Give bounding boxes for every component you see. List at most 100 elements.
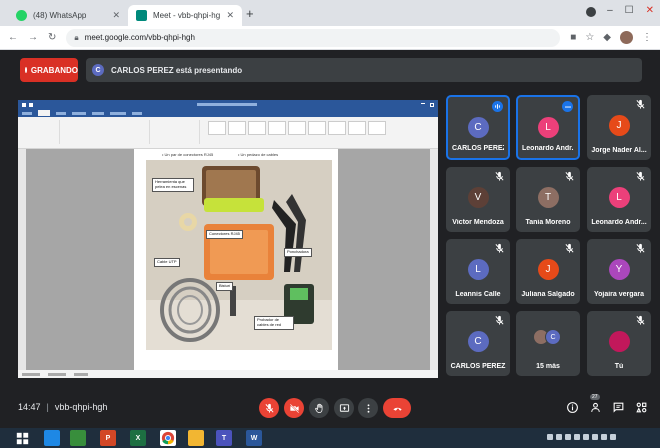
extension-icon[interactable]: ◆ xyxy=(603,32,611,43)
close-tab-icon[interactable]: ✕ xyxy=(112,10,120,21)
tray-icon[interactable] xyxy=(601,434,607,440)
camera-off-icon xyxy=(289,403,299,413)
tab-search-icon[interactable] xyxy=(586,7,596,17)
present-button[interactable] xyxy=(334,398,354,418)
activities-button[interactable] xyxy=(634,400,648,414)
teams-icon[interactable]: T xyxy=(216,430,232,446)
tray-icon[interactable] xyxy=(565,434,571,440)
participant-avatar: J xyxy=(608,115,630,136)
mic-off-icon xyxy=(264,403,274,413)
people-button[interactable]: 27 xyxy=(588,394,602,414)
more-options-button[interactable] xyxy=(358,398,378,418)
recording-badge[interactable]: GRABANDO xyxy=(20,58,78,82)
raise-hand-button[interactable] xyxy=(309,398,329,418)
camera-icon[interactable]: ■ xyxy=(570,32,576,43)
meeting-info: 14:47 | vbb-qhpi-hgh xyxy=(18,402,107,412)
participant-name: Juliana Salgado xyxy=(521,291,575,298)
chrome-icon[interactable] xyxy=(160,430,176,446)
leave-call-button[interactable] xyxy=(383,398,411,418)
participant-tile[interactable]: C CARLOS PEREZ xyxy=(446,311,510,376)
word-document-area: • Un par de conectores RJ45 • Un pedazo … xyxy=(18,149,438,370)
participant-name: Leonardo Andr... xyxy=(591,219,647,226)
mic-off-icon xyxy=(494,315,505,326)
camera-off-button[interactable] xyxy=(284,398,304,418)
document-scrollbar[interactable] xyxy=(430,149,438,370)
new-tab-button[interactable]: + xyxy=(246,6,254,21)
close-tab-icon[interactable]: ✕ xyxy=(226,10,234,21)
label-utp: Cable UTP xyxy=(154,258,180,267)
mic-off-icon xyxy=(494,171,505,182)
meeting-code: vbb-qhpi-hgh xyxy=(54,402,108,412)
participant-avatar: V xyxy=(467,187,489,208)
tray-icon[interactable] xyxy=(583,434,589,440)
participant-tile[interactable]: L Leonardo Andr... xyxy=(587,167,651,232)
mic-off-icon xyxy=(564,171,575,182)
participant-tile[interactable]: T Tania Moreno xyxy=(516,167,580,232)
tab-whatsapp[interactable]: (48) WhatsApp ✕ xyxy=(8,5,128,26)
participant-name: Tú xyxy=(614,363,624,370)
participant-tile[interactable]: Tú xyxy=(587,311,651,376)
word-icon[interactable]: W xyxy=(246,430,262,446)
participant-avatar xyxy=(608,331,630,352)
participant-name: CARLOS PEREZ xyxy=(452,145,504,152)
participant-tile[interactable]: C CARLOS PEREZ xyxy=(446,95,510,160)
profile-avatar[interactable] xyxy=(620,31,633,44)
tray-icon[interactable] xyxy=(574,434,580,440)
chat-icon xyxy=(613,402,623,413)
label-tester: Probador de cables de red xyxy=(254,316,294,330)
participant-tile[interactable]: C 15 más xyxy=(516,311,580,376)
file-explorer-icon[interactable] xyxy=(188,430,204,446)
menu-icon[interactable]: ⋮ xyxy=(642,32,652,43)
tray-icon[interactable] xyxy=(547,434,553,440)
maximize-icon[interactable]: ☐ xyxy=(625,5,634,16)
activities-icon xyxy=(635,402,646,412)
mic-off-button[interactable] xyxy=(259,398,279,418)
tray-icon[interactable] xyxy=(556,434,562,440)
url-text: meet.google.com/vbb-qhpi-hgh xyxy=(84,33,195,42)
tab-meet[interactable]: Meet - vbb-qhpi-hgh ✕ xyxy=(128,5,242,26)
forward-icon[interactable]: → xyxy=(28,32,38,43)
participant-tile[interactable]: J Juliana Salgado xyxy=(516,239,580,304)
participant-tile[interactable]: J Jorge Nader Al... xyxy=(587,95,651,160)
participant-name: Jorge Nader Al... xyxy=(591,147,647,154)
mic-off-icon xyxy=(494,243,505,254)
recording-dot-icon xyxy=(25,67,27,73)
bullet-item: • Un pedazo de cables xyxy=(238,152,279,157)
more-participants-avatars: C xyxy=(533,329,563,349)
lock-icon: 🔒︎ xyxy=(74,32,79,42)
system-tray xyxy=(547,434,616,440)
back-icon[interactable]: ← xyxy=(8,32,18,43)
powerpoint-icon[interactable]: P xyxy=(100,430,116,446)
chat-button[interactable] xyxy=(611,400,625,414)
meeting-controls-bar: 14:47 | vbb-qhpi-hgh 27 xyxy=(0,388,660,428)
reload-icon[interactable]: ↻ xyxy=(48,32,56,43)
participant-name: CARLOS PEREZ xyxy=(450,363,506,370)
meeting-details-button[interactable] xyxy=(565,400,579,414)
windows-start-icon[interactable] xyxy=(14,430,30,446)
participant-tile[interactable]: L Leannis Calle xyxy=(446,239,510,304)
excel-icon[interactable]: X xyxy=(130,430,146,446)
participant-name: Leannis Calle xyxy=(455,291,501,298)
edge-icon[interactable] xyxy=(44,430,60,446)
participant-name: Tania Moreno xyxy=(525,219,571,226)
participant-tile[interactable]: L Leonardo Andr... xyxy=(516,95,580,160)
more-options-icon[interactable] xyxy=(562,101,573,112)
shared-screen: • Un par de conectores RJ45 • Un pedazo … xyxy=(18,100,438,378)
store-icon[interactable] xyxy=(70,430,86,446)
tray-icon[interactable] xyxy=(610,434,616,440)
participant-avatar: T xyxy=(537,187,559,208)
participant-tile[interactable]: V Victor Mendoza xyxy=(446,167,510,232)
participant-name: Yojaira vergara xyxy=(593,291,645,298)
participant-tile[interactable]: Y Yojaira vergara xyxy=(587,239,651,304)
tab-title: (48) WhatsApp xyxy=(33,11,87,20)
minimize-icon[interactable]: – xyxy=(607,5,613,16)
hand-icon xyxy=(314,403,322,413)
participant-avatar: L xyxy=(608,187,630,208)
star-icon[interactable]: ☆ xyxy=(585,32,594,43)
document-page: • Un par de conectores RJ45 • Un pedazo … xyxy=(134,149,338,370)
url-input[interactable]: 🔒︎ meet.google.com/vbb-qhpi-hgh xyxy=(66,28,561,47)
mic-off-icon xyxy=(635,171,646,182)
close-window-icon[interactable]: ✕ xyxy=(646,5,654,16)
present-screen-icon xyxy=(339,403,349,412)
tray-icon[interactable] xyxy=(592,434,598,440)
